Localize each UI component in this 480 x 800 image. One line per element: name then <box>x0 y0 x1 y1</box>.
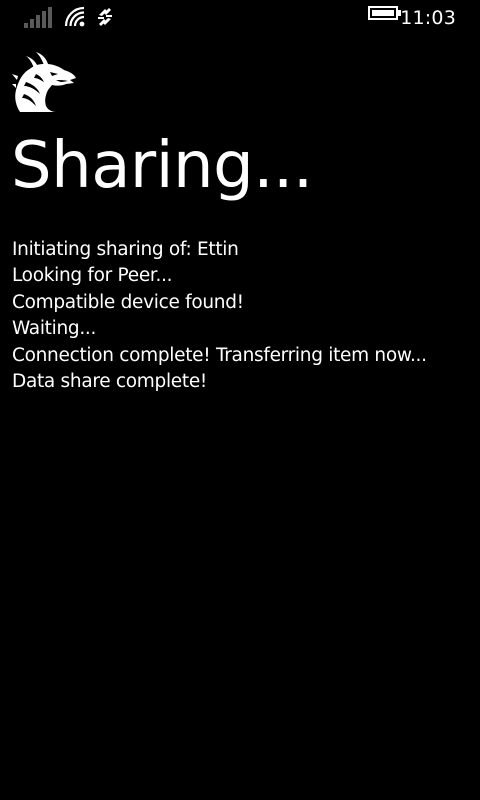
battery-icon <box>368 6 401 20</box>
dragon-head-icon <box>12 52 77 112</box>
log-line: Connection complete! Transferring item n… <box>12 344 427 366</box>
data-sync-icon <box>98 8 112 26</box>
signal-strength-icon <box>24 7 52 28</box>
status-bar: 11:03 <box>0 0 480 36</box>
page-title: Sharing... <box>11 129 313 203</box>
sharing-log: Initiating sharing of: Ettin Looking for… <box>12 237 427 395</box>
wifi-icon <box>64 6 85 27</box>
log-line: Waiting... <box>12 318 97 340</box>
log-line: Initiating sharing of: Ettin <box>12 239 239 260</box>
status-clock: 11:03 <box>400 7 456 29</box>
log-line: Looking for Peer... <box>12 265 173 287</box>
log-line: Compatible device found! <box>12 291 244 313</box>
log-line: Data share complete! <box>12 371 208 393</box>
